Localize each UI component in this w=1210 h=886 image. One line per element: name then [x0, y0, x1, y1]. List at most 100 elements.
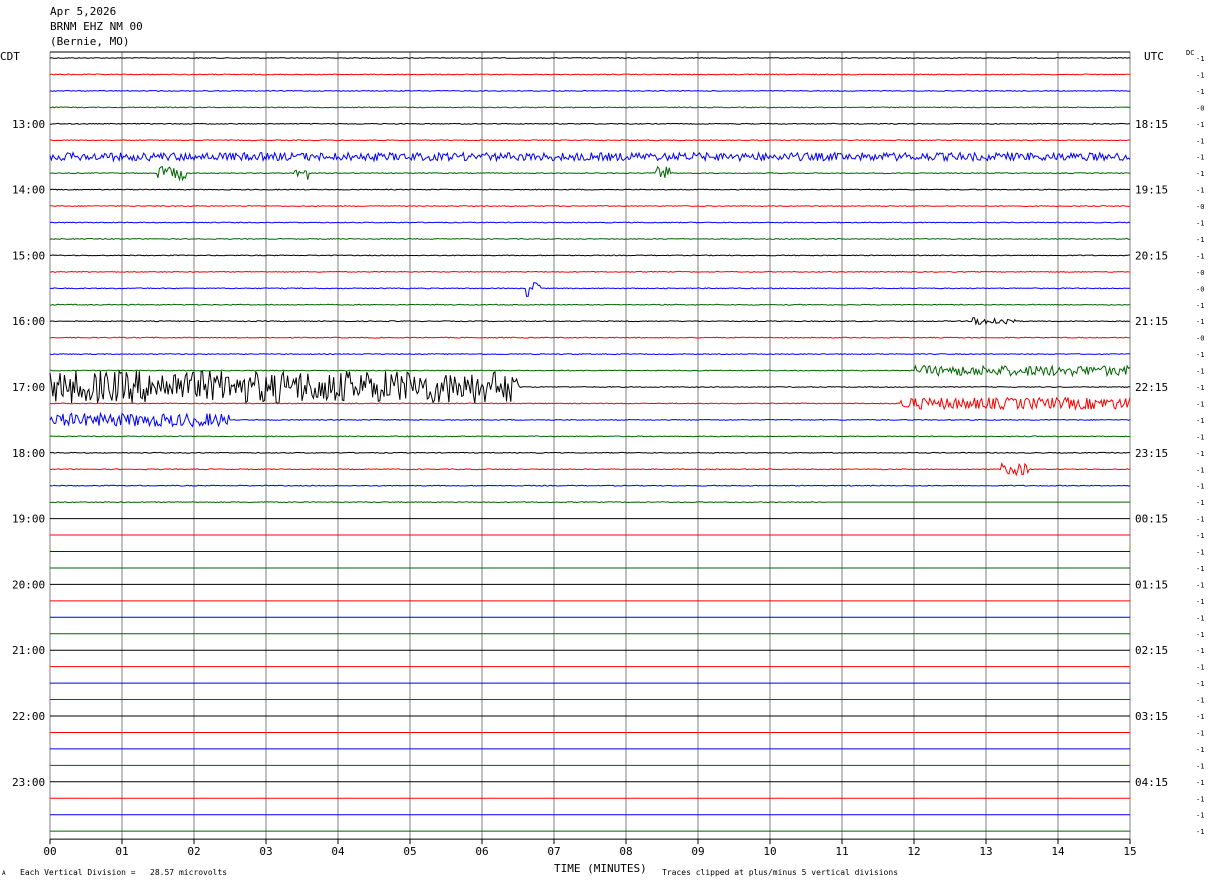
trace-line [50, 122, 1131, 125]
trace-line [50, 282, 1131, 297]
left-hour-label: 18:00 [12, 447, 45, 460]
right-hour-label: 22:15 [1135, 381, 1168, 394]
trace-line [50, 364, 1131, 378]
left-hour-label: 22:00 [12, 710, 45, 723]
x-tick-label: 14 [1051, 845, 1065, 858]
dc-offset-label: -1 [1196, 532, 1204, 540]
dc-offset-label: -1 [1196, 302, 1204, 310]
dc-offset-label: -1 [1196, 516, 1204, 524]
x-tick-label: 13 [979, 845, 992, 858]
right-hour-label: 03:15 [1135, 710, 1168, 723]
dc-offset-label: -0 [1196, 269, 1204, 277]
dc-offset-label: -1 [1196, 417, 1204, 425]
dc-offset-label: -1 [1196, 664, 1204, 672]
dc-offset-label: -1 [1196, 565, 1204, 573]
left-hour-label: 17:00 [12, 381, 45, 394]
trace-line [49, 451, 1130, 454]
trace-line [49, 484, 1131, 487]
dc-offset-label: -1 [1196, 631, 1204, 639]
dc-offset-label: -0 [1196, 104, 1204, 112]
trace-line [49, 150, 1131, 163]
trace-line [49, 188, 1131, 191]
trace-line [49, 411, 1131, 428]
right-hour-label: 01:15 [1135, 578, 1168, 591]
dc-offset-label: -1 [1196, 351, 1204, 359]
trace-line [49, 435, 1131, 438]
dc-offset-label: -1 [1196, 121, 1204, 129]
dc-offset-label: -1 [1196, 499, 1204, 507]
left-hour-label: 23:00 [12, 776, 45, 789]
left-hour-label: 13:00 [12, 118, 45, 131]
x-tick-label: 05 [403, 845, 416, 858]
dc-offset-label: -1 [1196, 812, 1204, 820]
trace-line [49, 139, 1131, 142]
dc-offset-label: -1 [1196, 779, 1204, 787]
x-tick-label: 04 [331, 845, 345, 858]
dc-offset-label: -0 [1196, 335, 1204, 343]
x-tick-label: 03 [259, 845, 272, 858]
dc-offset-label: -1 [1196, 647, 1204, 655]
dc-offset-label: -1 [1196, 450, 1204, 458]
dc-offset-label: -1 [1196, 236, 1204, 244]
x-axis-title: TIME (MINUTES) [554, 862, 647, 875]
label-layer: 00 01 02 03 04 05 06 07 08 09 10 11 12 13 14 15 13:00 14:… [12, 55, 1204, 858]
dc-offset-label: -1 [1196, 318, 1204, 326]
dc-offset-label: -1 [1196, 88, 1204, 96]
trace-line [49, 336, 1131, 339]
right-hour-label: 21:15 [1135, 315, 1168, 328]
dc-offset-label: -1 [1196, 614, 1204, 622]
right-hour-label: 18:15 [1135, 118, 1168, 131]
dc-offset-label: -1 [1196, 762, 1204, 770]
left-hour-label: 16:00 [12, 315, 45, 328]
dc-offset-label: -1 [1196, 55, 1204, 63]
trace-line [50, 106, 1131, 109]
trace-line [49, 396, 1131, 411]
left-hour-label: 14:00 [12, 184, 45, 197]
trace-line [49, 501, 828, 504]
right-hour-label: 20:15 [1135, 249, 1168, 262]
trace-line [49, 461, 1131, 477]
dc-offset-label: -1 [1196, 252, 1204, 260]
trace-line [49, 370, 1131, 404]
x-tick-label: 00 [43, 845, 56, 858]
trace-line [49, 317, 1131, 326]
dc-offset-label: -1 [1196, 828, 1204, 836]
right-hour-label: 00:15 [1135, 513, 1168, 526]
dc-offset-label: -1 [1196, 713, 1204, 721]
dc-offset-label: -1 [1196, 795, 1204, 803]
right-hour-label: 19:15 [1135, 184, 1168, 197]
dc-offset-label: -1 [1196, 697, 1204, 705]
x-tick-label: 09 [691, 845, 704, 858]
x-tick-label: 15 [1123, 845, 1136, 858]
dc-offset-label: -1 [1196, 466, 1204, 474]
trace-line [49, 89, 1131, 92]
trace-line [49, 73, 1131, 76]
dc-offset-label: -1 [1196, 680, 1204, 688]
trace-line [49, 237, 1131, 240]
trace-line [49, 254, 1130, 257]
dc-offset-label: -1 [1196, 581, 1204, 589]
grid-layer [49, 51, 1131, 845]
left-hour-label: 20:00 [12, 578, 45, 591]
dc-offset-label: -1 [1196, 433, 1204, 441]
left-hour-label: 15:00 [12, 249, 45, 262]
trace-layer [49, 57, 1131, 832]
x-tick-label: 11 [835, 845, 848, 858]
seismogram-plot: 00 01 02 03 04 05 06 07 08 09 10 11 12 13 14 15 13:00 14:… [12, 51, 1204, 858]
left-hour-label: 21:00 [12, 644, 45, 657]
dc-offset-label: -1 [1196, 549, 1204, 557]
corner-mark: A [2, 870, 6, 877]
x-tick-label: 07 [547, 845, 560, 858]
clip-note: Traces clipped at plus/minus 5 vertical … [662, 868, 899, 877]
dc-offset-label: -0 [1196, 285, 1204, 293]
x-tick-label: 08 [619, 845, 632, 858]
dc-offset-label: -1 [1196, 170, 1204, 178]
trace-line [49, 205, 1131, 208]
x-tick-label: 10 [763, 845, 776, 858]
x-tick-label: 02 [187, 845, 200, 858]
dc-offset-label: -1 [1196, 187, 1204, 195]
trace-line [49, 57, 1131, 59]
dc-offset-label: -1 [1196, 400, 1204, 408]
dc-offset-label: -1 [1196, 137, 1204, 145]
dc-offset-label: -1 [1196, 220, 1204, 228]
